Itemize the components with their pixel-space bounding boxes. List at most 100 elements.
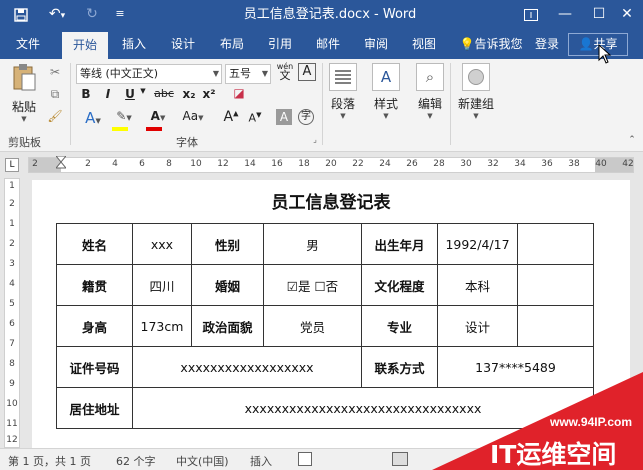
tell-me-label: 告诉我您 <box>474 37 523 51</box>
word-count[interactable]: 62 个字 <box>116 453 156 469</box>
language-indicator[interactable]: 中文(中国) <box>176 453 229 469</box>
paragraph-button[interactable]: 段落 ▼ <box>326 63 360 120</box>
table-cell[interactable]: 1992/4/17 <box>437 223 518 265</box>
chevron-down-icon[interactable]: ▼ <box>138 87 148 95</box>
table-cell[interactable]: 政治面貌 <box>191 305 264 347</box>
format-painter-icon[interactable]: 🖌 <box>46 109 64 125</box>
change-case-button[interactable]: Aa▼ <box>178 109 208 123</box>
collapse-ribbon-icon[interactable]: ⌃ <box>626 135 638 145</box>
italic-button[interactable]: I <box>100 87 116 101</box>
highlighter-icon: ✎ <box>116 109 127 123</box>
ruler-tick: 34 <box>514 159 526 169</box>
table-cell[interactable]: 设计 <box>437 305 518 347</box>
table-cell[interactable]: 文化程度 <box>361 264 438 306</box>
subscript-button[interactable]: x₂ <box>180 87 198 101</box>
table-cell[interactable]: 籍贯 <box>56 264 133 306</box>
font-dialog-launcher-icon[interactable]: ⌟ <box>310 135 320 144</box>
underline-button[interactable]: U <box>122 87 138 101</box>
tab-file[interactable]: 文件 <box>8 30 48 59</box>
photo-cell[interactable] <box>517 223 594 265</box>
shrink-font-icon[interactable]: A▼ <box>246 111 264 125</box>
clear-formatting-icon[interactable]: ◪ <box>230 86 248 100</box>
tab-layout[interactable]: 布局 <box>212 30 252 59</box>
tell-me-box[interactable]: 💡告诉我您 <box>455 30 527 59</box>
table-cell[interactable]: xxxxxxxxxxxxxxxxxx <box>132 346 362 388</box>
insert-mode[interactable]: 插入 <box>250 453 272 469</box>
table-cell[interactable]: 性别 <box>191 223 264 265</box>
cut-icon[interactable]: ✂ <box>46 65 64 81</box>
superscript-button[interactable]: x² <box>200 87 218 101</box>
minimize-icon[interactable]: — <box>549 0 581 30</box>
ribbon-tabs: 文件 开始 插入 设计 布局 引用 邮件 审阅 视图 💡告诉我您 登录 👤共享 <box>0 30 643 59</box>
ruler-tick: 4 <box>112 159 118 169</box>
phonetic-guide-button[interactable]: wén 文 <box>274 62 296 81</box>
redo-icon[interactable]: ↻ <box>80 0 104 30</box>
table-cell[interactable]: 姓名 <box>56 223 133 265</box>
bold-button[interactable]: B <box>78 87 94 101</box>
vertical-ruler[interactable]: 1 2 1 2 3 4 5 6 7 8 9 10 11 12 <box>4 178 20 448</box>
tab-references[interactable]: 引用 <box>260 30 300 59</box>
table-cell[interactable]: 婚姻 <box>191 264 264 306</box>
chevron-down-icon: ▼ <box>21 115 27 123</box>
character-border-button[interactable]: A <box>298 63 316 81</box>
font-name-combo[interactable]: 等线 (中文正文) ▼ <box>76 64 222 84</box>
vruler-tick: 9 <box>9 379 15 389</box>
group-divider <box>322 63 323 145</box>
indent-marker[interactable] <box>54 155 68 174</box>
table-cell[interactable]: 身高 <box>56 305 133 347</box>
tab-insert[interactable]: 插入 <box>114 30 154 59</box>
table-cell[interactable]: 专业 <box>361 305 438 347</box>
person-icon: 👤 <box>578 37 594 51</box>
table-cell[interactable]: 本科 <box>437 264 518 306</box>
table-cell[interactable]: xxx <box>132 223 192 265</box>
strikethrough-button[interactable]: abc <box>152 87 176 100</box>
tab-home[interactable]: 开始 <box>62 32 108 59</box>
character-shading-button[interactable]: A <box>276 109 292 125</box>
read-mode-icon[interactable] <box>392 452 408 466</box>
editing-button[interactable]: ⌕ 编辑 ▼ <box>412 63 448 120</box>
ruler-tick: 26 <box>406 159 418 169</box>
photo-cell[interactable] <box>517 264 594 306</box>
undo-icon[interactable]: ↶▾ <box>42 0 72 30</box>
table-cell[interactable]: 联系方式 <box>361 346 438 388</box>
table-cell[interactable]: 四川 <box>132 264 192 306</box>
ruler-tick: 10 <box>190 159 202 169</box>
tab-view[interactable]: 视图 <box>404 30 444 59</box>
close-icon[interactable]: ✕ <box>611 0 643 30</box>
vruler-tick: 6 <box>9 319 15 329</box>
customize-icon[interactable]: ≡ <box>110 0 130 30</box>
table-cell[interactable]: 出生年月 <box>361 223 438 265</box>
change-case-label: Aa <box>182 109 199 123</box>
new-group-button[interactable]: 新建组 ▼ <box>454 63 498 120</box>
table-cell[interactable]: 男 <box>263 223 362 265</box>
marital-checkbox-cell[interactable]: ☑是 ☐否 <box>263 264 362 306</box>
font-group-label: 字体 <box>176 136 198 149</box>
macro-record-icon[interactable] <box>298 452 312 466</box>
table-row: 姓名 xxx 性别 男 出生年月 1992/4/17 <box>56 223 594 265</box>
font-size-combo[interactable]: 五号 ▼ <box>225 64 271 84</box>
login-link[interactable]: 登录 <box>530 30 564 59</box>
save-icon[interactable] <box>8 0 34 30</box>
highlight-color-button[interactable]: ✎▼ <box>110 109 138 131</box>
table-cell[interactable]: 证件号码 <box>56 346 133 388</box>
page-count[interactable]: 第 1 页，共 1 页 <box>8 453 91 469</box>
paste-button[interactable]: 粘贴 ▼ <box>6 63 42 125</box>
text-effects-icon[interactable]: A▼ <box>80 109 106 127</box>
horizontal-ruler[interactable]: 2 2 4 6 8 10 12 14 16 18 20 22 24 26 28 … <box>28 155 634 174</box>
copy-icon[interactable]: ⧉ <box>46 87 64 103</box>
font-color-button[interactable]: A▼ <box>144 109 172 131</box>
tab-review[interactable]: 审阅 <box>356 30 396 59</box>
enclose-characters-button[interactable]: 字 <box>298 109 314 125</box>
tab-selector[interactable]: L <box>5 158 19 172</box>
table-cell[interactable]: 173cm <box>132 305 192 347</box>
table-cell[interactable]: 居住地址 <box>56 387 133 429</box>
tab-design[interactable]: 设计 <box>163 30 203 59</box>
photo-cell[interactable] <box>517 305 594 347</box>
tab-mailings[interactable]: 邮件 <box>308 30 348 59</box>
table-cell[interactable]: 党员 <box>263 305 362 347</box>
ruler-tick: 24 <box>379 159 391 169</box>
document-title[interactable]: 员工信息登记表 <box>32 188 630 213</box>
ribbon-display-icon[interactable] <box>515 0 547 30</box>
grow-font-icon[interactable]: A▲ <box>222 109 240 125</box>
styles-button[interactable]: A 样式 ▼ <box>368 63 404 120</box>
